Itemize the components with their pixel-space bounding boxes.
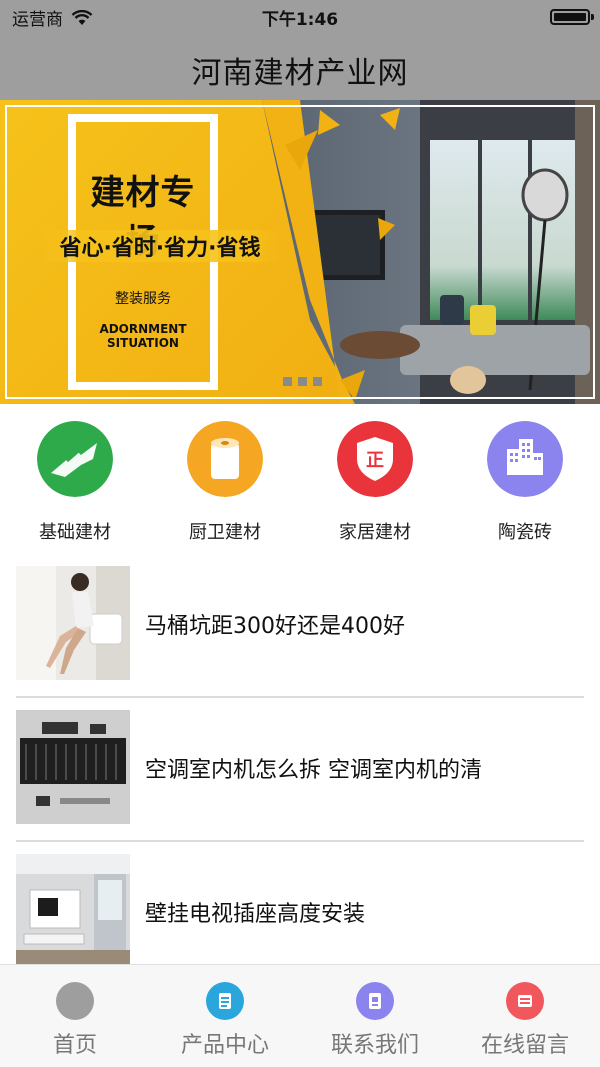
category-label: 陶瓷砖 [498,522,552,543]
buildings-icon [487,421,563,497]
carousel-dot[interactable] [283,377,292,386]
news-thumbnail [16,854,130,968]
banner-carousel[interactable]: 建材专场 省心·省时·省力·省钱 整装服务 ADORNMENT SITUATIO… [0,100,600,404]
banner-service: 整装服务 [115,291,171,307]
notebook-icon [356,982,394,1020]
carousel-dot[interactable] [313,377,322,386]
tab-message[interactable]: 在线留言 [450,965,600,1067]
banner-slogan: 省心·省时·省力·省钱 [40,230,280,262]
tab-bar: 首页 产品中心 联系我们 在线留言 [0,964,600,1067]
category-grid: 基础建材 厨卫建材 正 家居建材 陶瓷砖 [0,404,600,554]
page-title: 河南建材产业网 [191,56,409,91]
tab-label: 在线留言 [480,1033,569,1058]
shield-zheng-icon: 正 [337,421,413,497]
paper-roll-icon [187,421,263,497]
tab-label: 产品中心 [180,1033,269,1058]
category-kitchen-bath[interactable]: 厨卫建材 [150,404,300,554]
banner-english: ADORNMENT SITUATION [99,322,187,350]
news-title: 马桶坑距300好还是400好 [145,614,405,639]
tab-products[interactable]: 产品中心 [150,965,300,1067]
home-dot-icon [56,982,94,1020]
news-thumbnail [16,566,130,680]
status-bar: 运营商 下午1:46 [0,0,600,34]
news-thumbnail [16,710,130,824]
category-home[interactable]: 正 家居建材 [300,404,450,554]
battery-icon [550,9,594,25]
carousel-dots [283,377,322,386]
category-label: 家居建材 [339,522,411,543]
svg-text:正: 正 [366,450,384,471]
news-list: 马桶坑距300好还是400好 空调室内机怎么拆 空调室内机的清 壁挂电视插座高度… [0,554,600,986]
list-item[interactable]: 空调室内机怎么拆 空调室内机的清 [0,698,600,842]
tab-home[interactable]: 首页 [0,965,150,1067]
tab-contact[interactable]: 联系我们 [300,965,450,1067]
document-icon [206,982,244,1020]
news-title: 壁挂电视插座高度安装 [145,902,366,927]
tab-label: 联系我们 [330,1033,419,1058]
status-time: 下午1:46 [261,10,339,30]
message-icon [506,982,544,1020]
top-area: 运营商 下午1:46 河南建材产业网 [0,0,600,100]
category-label: 基础建材 [39,522,111,543]
list-item[interactable]: 马桶坑距300好还是400好 [0,554,600,698]
category-basic[interactable]: 基础建材 [0,404,150,554]
carousel-dot[interactable] [298,377,307,386]
tab-label: 首页 [52,1033,97,1058]
news-title: 空调室内机怎么拆 空调室内机的清 [145,758,482,783]
category-tile[interactable]: 陶瓷砖 [450,404,600,554]
category-label: 厨卫建材 [189,522,261,543]
plane-leaf-icon [37,421,113,497]
